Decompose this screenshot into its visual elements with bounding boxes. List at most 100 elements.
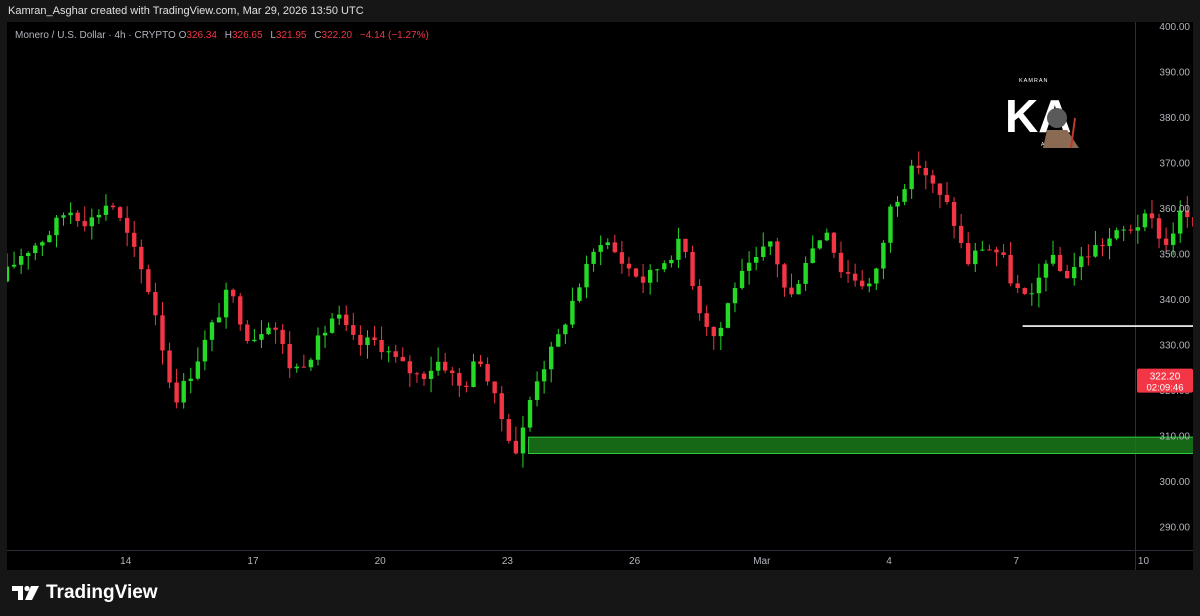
candle-body xyxy=(584,263,589,288)
candle-body xyxy=(591,251,596,264)
watermark-avatar-head xyxy=(1047,108,1067,128)
candle-body xyxy=(181,380,186,403)
candle-body xyxy=(1170,233,1176,245)
candle-body xyxy=(153,292,158,316)
brand-name: TradingView xyxy=(46,582,158,603)
candle-body xyxy=(1008,254,1013,284)
high-value: 326.65 xyxy=(231,30,263,41)
candle-body xyxy=(810,248,815,263)
candle-body xyxy=(944,194,950,202)
candle-body xyxy=(655,269,660,271)
candle-body xyxy=(1149,213,1155,219)
candle-body xyxy=(1121,229,1126,231)
time-tick-label: Mar xyxy=(753,556,771,567)
candles xyxy=(4,151,1200,468)
last-price-label: 322.20 xyxy=(1150,372,1181,383)
candle-body xyxy=(1064,270,1070,279)
candle-body xyxy=(287,343,292,369)
candle-body xyxy=(124,217,130,233)
price-tick-label: 390.00 xyxy=(1159,68,1190,79)
candle-body xyxy=(393,351,398,357)
candle-body xyxy=(852,273,858,281)
candle-body xyxy=(379,339,384,353)
candle-body xyxy=(761,246,766,257)
candle-body xyxy=(803,262,808,284)
candle-body xyxy=(435,361,441,371)
candle-body xyxy=(89,217,95,227)
candle-body xyxy=(68,212,73,216)
price-tick-label: 380.00 xyxy=(1159,113,1190,124)
candle-body xyxy=(1156,218,1162,239)
price-chart[interactable]: Support zoneKAMRANKAASGHAR 290.00300.003… xyxy=(4,22,1200,570)
candle-body xyxy=(980,249,985,251)
chart-area[interactable]: Support zoneKAMRANKAASGHAR 290.00300.003… xyxy=(4,22,1200,570)
price-tick-label: 370.00 xyxy=(1159,159,1190,170)
candle-body xyxy=(718,327,724,337)
candle-body xyxy=(612,242,618,253)
candle-body xyxy=(82,221,87,227)
candle-body xyxy=(838,252,844,273)
candle-body xyxy=(47,235,52,243)
time-tick-label: 10 xyxy=(1138,556,1150,567)
candle-body xyxy=(54,217,59,236)
candle-body xyxy=(358,334,363,346)
candle-body xyxy=(372,337,377,340)
candle-body xyxy=(280,329,285,344)
candle-body xyxy=(230,289,236,297)
candle-body xyxy=(238,296,243,325)
candle-body xyxy=(782,264,787,288)
candle-body xyxy=(110,205,116,208)
candle-body xyxy=(1022,288,1027,294)
candle-body xyxy=(1086,256,1091,258)
candle-body xyxy=(867,283,872,287)
candle-body xyxy=(577,287,582,301)
candle-body xyxy=(817,240,822,249)
candle-body xyxy=(11,264,17,267)
candle-body xyxy=(909,165,914,190)
candle-body xyxy=(1072,267,1077,279)
candle-body xyxy=(499,393,504,420)
time-tick-label: 26 xyxy=(629,556,641,567)
candle-body xyxy=(322,332,328,336)
candle-body xyxy=(1050,254,1056,264)
candle-body xyxy=(216,317,222,323)
candle-body xyxy=(951,201,957,226)
candle-body xyxy=(301,366,307,368)
candle-body xyxy=(987,249,992,251)
candle-body xyxy=(407,361,413,374)
candle-body xyxy=(697,286,702,314)
candle-body xyxy=(746,262,752,271)
candle-body xyxy=(414,373,420,375)
top-bar: Kamran_Asghar created with TradingView.c… xyxy=(0,0,1200,22)
candle-body xyxy=(937,183,943,195)
countdown-label: 02:09:46 xyxy=(1147,383,1184,394)
time-tick-label: 23 xyxy=(502,556,514,567)
candle-body xyxy=(647,269,653,283)
candle-body xyxy=(471,361,476,387)
candle-body xyxy=(1107,238,1112,247)
price-tick-label: 300.00 xyxy=(1159,477,1190,488)
symbol-name: Monero / U.S. Dollar · 4h · CRYPTO xyxy=(15,30,176,41)
candle-body xyxy=(796,283,801,295)
price-tick-label: 340.00 xyxy=(1159,295,1190,306)
tradingview-logo-icon xyxy=(12,585,39,600)
candle-body xyxy=(958,225,964,243)
candle-body xyxy=(966,242,971,265)
low-value: 321.95 xyxy=(275,30,307,41)
high-label: H xyxy=(224,30,232,41)
price-tick-label: 290.00 xyxy=(1159,523,1190,534)
credit-text: Kamran_Asghar created with TradingView.c… xyxy=(8,5,364,17)
price-tick-label: 310.00 xyxy=(1159,432,1190,443)
tradingview-brand[interactable]: TradingView xyxy=(12,580,158,606)
candle-body xyxy=(492,381,497,394)
candle-body xyxy=(18,256,24,265)
candle-body xyxy=(626,263,632,269)
candle-body xyxy=(174,382,179,403)
candle-body xyxy=(824,232,830,241)
candle-body xyxy=(831,232,837,253)
candle-body xyxy=(202,339,208,362)
candle-body xyxy=(1093,245,1098,257)
candle-body xyxy=(1192,217,1197,227)
candle-body xyxy=(725,303,731,328)
candle-body xyxy=(1079,256,1084,268)
